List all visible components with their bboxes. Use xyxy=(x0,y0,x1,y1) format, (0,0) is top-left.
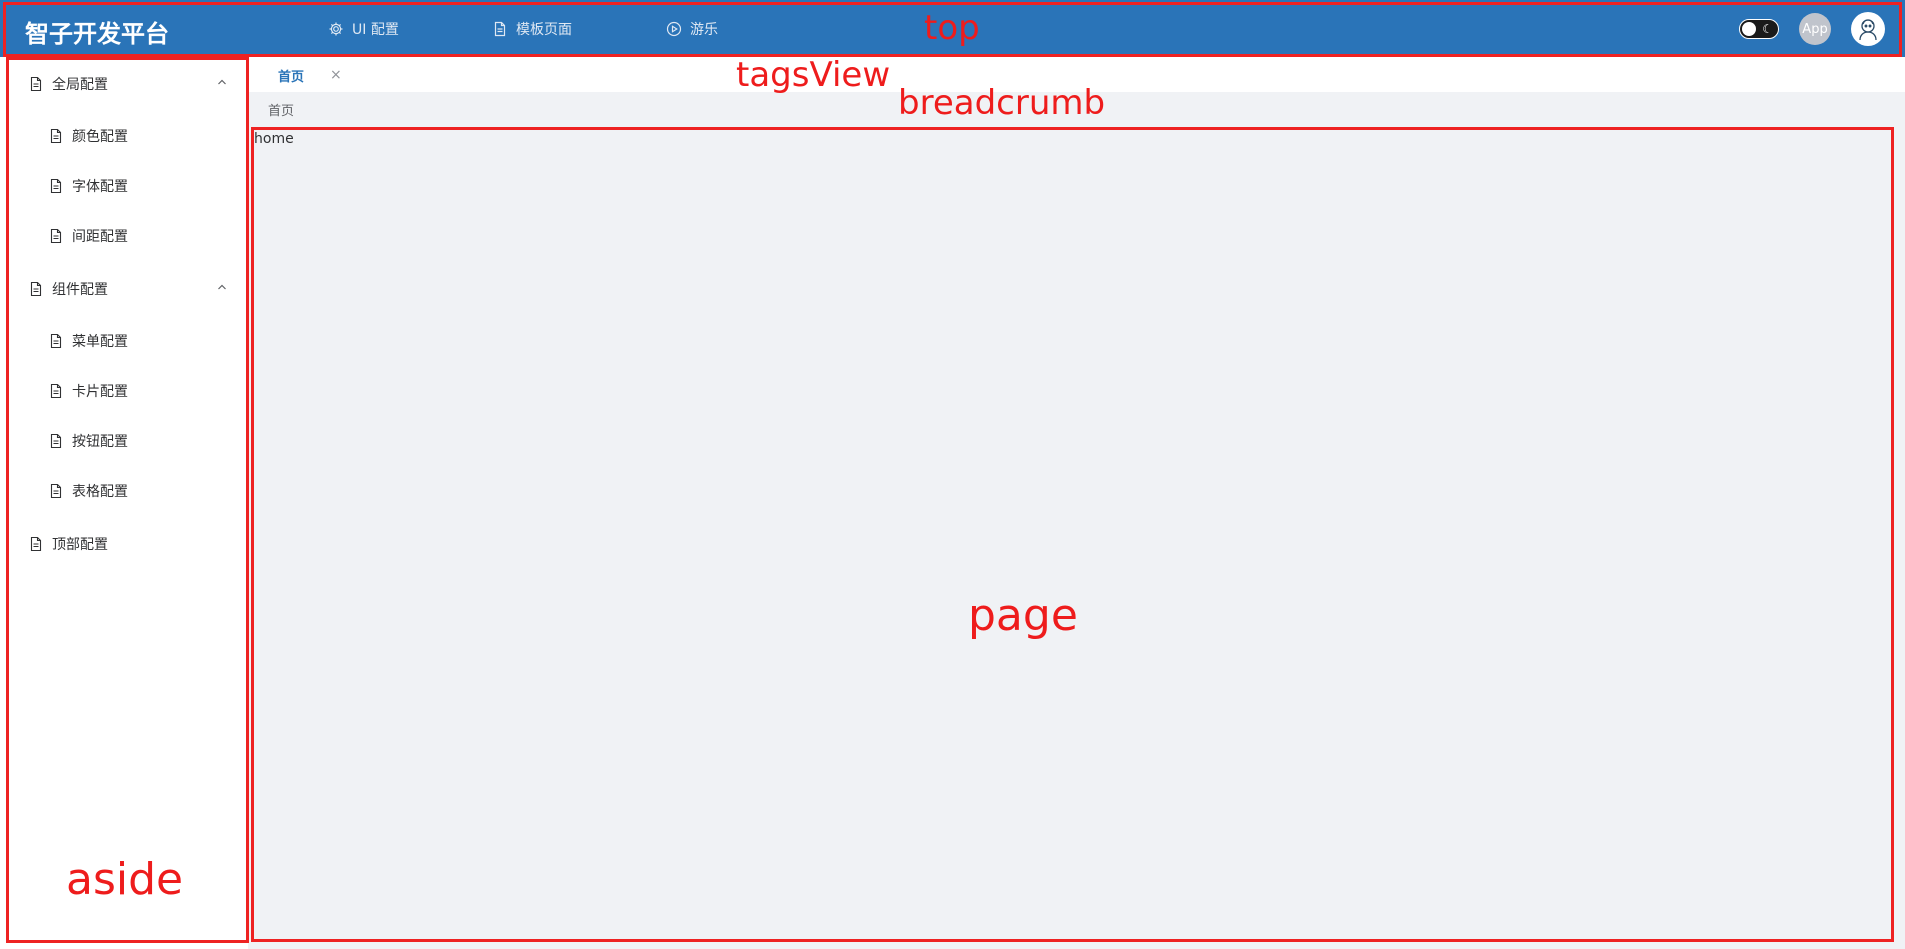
nav-ui-config-label: UI 配置 xyxy=(352,22,399,38)
toggle-knob xyxy=(1742,22,1756,36)
moon-icon: ☾ xyxy=(1762,22,1773,36)
menu-item-menu-config[interactable]: 菜单配置 xyxy=(0,321,248,361)
top-right-tools: ☾ App xyxy=(1739,12,1885,46)
menu-group-component-config[interactable]: 组件配置 xyxy=(0,269,248,309)
avatar-icon xyxy=(1859,19,1877,41)
document-icon xyxy=(30,281,42,297)
app-badge[interactable]: App xyxy=(1799,13,1831,45)
document-icon xyxy=(50,128,62,144)
menu-item-button-config[interactable]: 按钮配置 xyxy=(0,421,248,461)
close-icon[interactable]: × xyxy=(330,67,342,83)
page-content: home xyxy=(252,130,1893,940)
menu-group-label: 全局配置 xyxy=(52,77,108,93)
tag-home[interactable]: 首页 × xyxy=(278,65,342,85)
breadcrumb: 首页 xyxy=(268,100,294,120)
document-icon xyxy=(50,483,62,499)
menu-item-label: 字体配置 xyxy=(72,179,128,195)
user-avatar[interactable] xyxy=(1851,12,1885,46)
top-bar: 智子开发平台 UI 配置 模板页面 游乐 ☾ App xyxy=(0,0,1905,57)
menu-item-label: 卡片配置 xyxy=(72,384,128,400)
menu-item-label: 颜色配置 xyxy=(72,129,128,145)
menu-group-label: 顶部配置 xyxy=(52,537,108,553)
menu-group-top-config[interactable]: 顶部配置 xyxy=(0,524,248,564)
menu-item-table-config[interactable]: 表格配置 xyxy=(0,471,248,511)
tag-label: 首页 xyxy=(278,69,305,85)
menu-item-label: 按钮配置 xyxy=(72,434,128,450)
menu-item-card-config[interactable]: 卡片配置 xyxy=(0,371,248,411)
menu-item-label: 间距配置 xyxy=(72,229,128,245)
document-icon xyxy=(50,333,62,349)
document-icon xyxy=(494,21,506,37)
document-icon xyxy=(50,228,62,244)
document-icon xyxy=(50,433,62,449)
play-icon xyxy=(666,21,682,37)
menu-item-font-config[interactable]: 字体配置 xyxy=(0,166,248,206)
document-icon xyxy=(50,178,62,194)
menu-item-color-config[interactable]: 颜色配置 xyxy=(0,116,248,156)
page-text: home xyxy=(254,131,294,147)
tags-view: 首页 × xyxy=(248,57,1905,92)
menu-item-spacing-config[interactable]: 间距配置 xyxy=(0,216,248,256)
document-icon xyxy=(30,76,42,92)
breadcrumb-item-home[interactable]: 首页 xyxy=(268,104,294,119)
menu-item-label: 菜单配置 xyxy=(72,334,128,350)
chevron-up-icon xyxy=(218,79,226,85)
nav-playground[interactable]: 游乐 xyxy=(666,19,718,39)
menu-group-global-config[interactable]: 全局配置 xyxy=(0,64,248,104)
gear-icon xyxy=(329,22,343,36)
menu-item-label: 表格配置 xyxy=(72,484,128,500)
nav-ui-config[interactable]: UI 配置 xyxy=(328,19,399,39)
chevron-up-icon xyxy=(218,284,226,290)
sidebar: 全局配置 颜色配置 字体配置 间距配置 组件配置 菜单配置 卡片配置 按钮配置 … xyxy=(0,57,248,949)
app-logo[interactable]: 智子开发平台 xyxy=(25,14,169,49)
document-icon xyxy=(30,536,42,552)
nav-template-pages[interactable]: 模板页面 xyxy=(492,19,572,39)
nav-template-pages-label: 模板页面 xyxy=(516,22,572,38)
theme-toggle[interactable]: ☾ xyxy=(1739,19,1779,39)
nav-playground-label: 游乐 xyxy=(690,22,718,38)
document-icon xyxy=(50,383,62,399)
menu-group-label: 组件配置 xyxy=(52,282,108,298)
